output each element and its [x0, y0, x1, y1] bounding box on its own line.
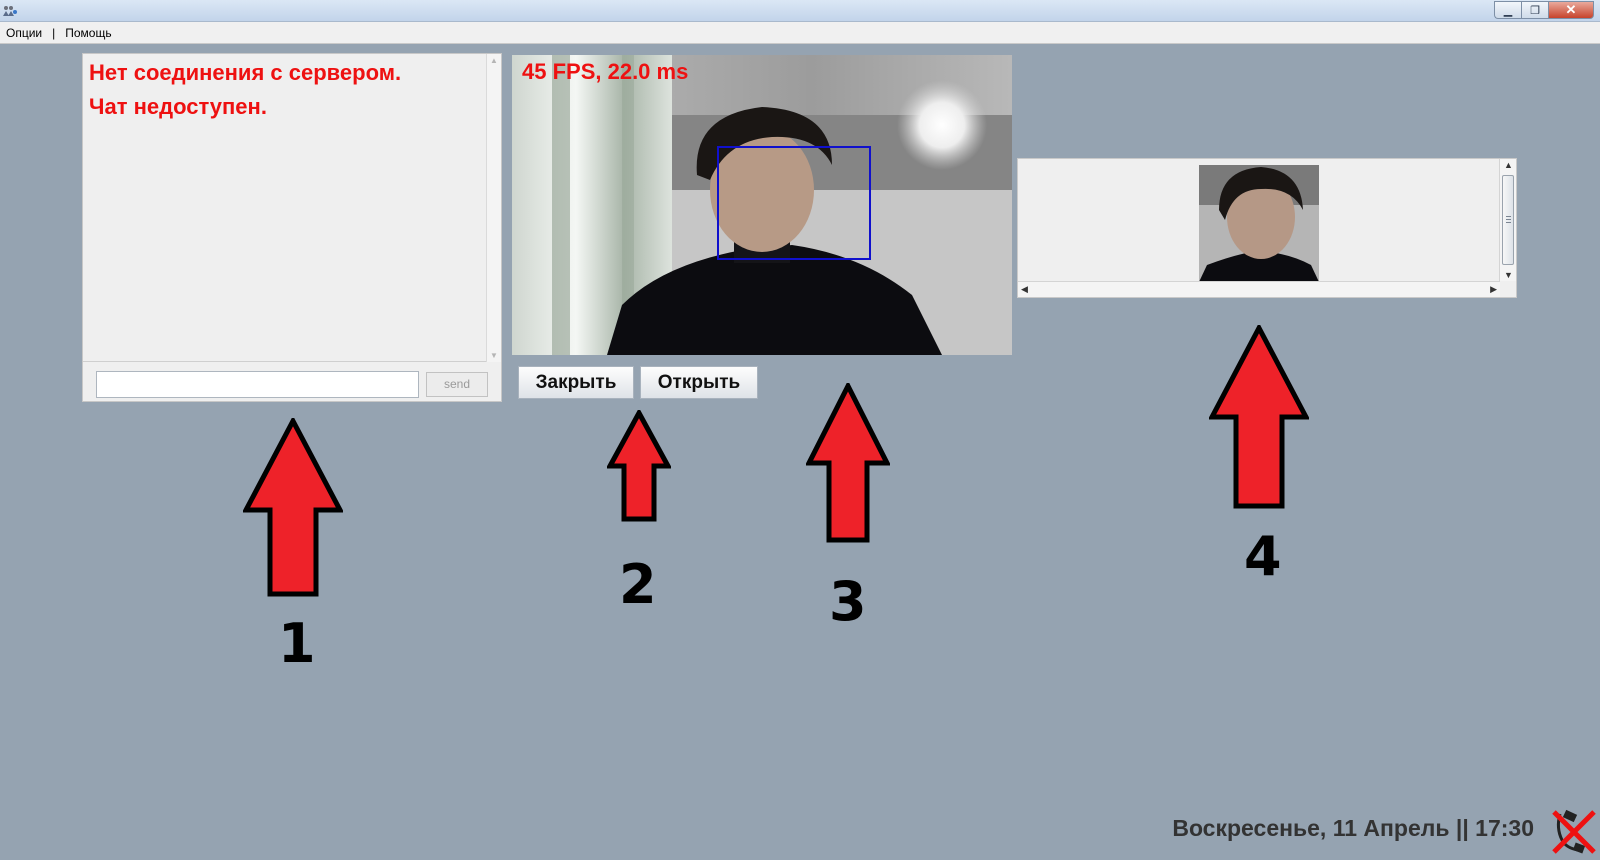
menu-help[interactable]: Помощь: [65, 26, 111, 40]
menu-options[interactable]: Опции: [6, 26, 42, 40]
annotation-arrow-4: [1209, 325, 1309, 509]
face-thumbnail-panel: ▲ ▼ ◀ ▶: [1017, 158, 1517, 298]
annotation-label-1: 1: [278, 612, 316, 675]
close-icon: ✕: [1565, 2, 1577, 17]
app-icon: [3, 6, 17, 16]
scroll-down-icon[interactable]: ▼: [1504, 270, 1513, 280]
annotation-arrow-3: [806, 383, 890, 543]
camera-frame: [512, 55, 1012, 355]
scroll-up-icon[interactable]: ▲: [1504, 160, 1513, 170]
restore-button[interactable]: ❐: [1521, 1, 1548, 19]
chat-log: Нет соединения с сервером. Чат недоступе…: [83, 54, 501, 362]
annotation-label-4: 4: [1244, 525, 1282, 588]
minimize-button[interactable]: ▁: [1494, 1, 1521, 19]
annotation-arrow-2: [607, 410, 671, 522]
status-separator: ||: [1449, 815, 1476, 841]
thumbnail-horizontal-scrollbar[interactable]: ◀ ▶: [1018, 281, 1500, 297]
window-titlebar: ▁ ❐ ✕: [0, 0, 1600, 22]
scroll-right-icon[interactable]: ▶: [1490, 284, 1497, 295]
camera-view: 45 FPS, 22.0 ms: [512, 55, 1012, 355]
fps-readout: 45 FPS, 22.0 ms: [522, 59, 689, 84]
thumbnail-vertical-scrollbar[interactable]: ▲ ▼: [1499, 159, 1516, 281]
send-button[interactable]: send: [426, 372, 488, 397]
menu-separator: |: [52, 25, 56, 40]
chat-scrollbar[interactable]: ▲ ▼: [486, 54, 501, 362]
window-controls: ▁ ❐ ✕: [1494, 1, 1594, 19]
chat-panel: Нет соединения с сервером. Чат недоступе…: [82, 53, 502, 402]
no-connection-icon[interactable]: [1548, 806, 1598, 856]
scroll-left-icon[interactable]: ◀: [1021, 284, 1028, 295]
scroll-thumb[interactable]: [1502, 175, 1514, 265]
restore-icon: ❐: [1530, 4, 1540, 17]
scroll-down-icon[interactable]: ▼: [490, 351, 498, 360]
open-camera-button[interactable]: Открыть: [640, 366, 758, 399]
close-window-button[interactable]: ✕: [1548, 1, 1594, 19]
face-thumbnail-image: [1199, 165, 1319, 282]
chat-input[interactable]: [96, 371, 419, 398]
face-thumbnail[interactable]: [1199, 165, 1319, 282]
datetime-status: Воскресенье, 11 Апрель || 17:30: [1172, 815, 1534, 842]
close-camera-button[interactable]: Закрыть: [518, 366, 634, 399]
annotation-label-2: 2: [619, 553, 657, 616]
chat-message: Чат недоступен.: [89, 94, 267, 119]
minimize-icon: ▁: [1503, 4, 1513, 17]
status-time: 17:30: [1475, 815, 1534, 841]
menu-bar: Опции | Помощь: [0, 22, 1600, 44]
annotation-label-3: 3: [829, 570, 867, 633]
annotation-arrow-1: [243, 418, 343, 597]
chat-message: Нет соединения с сервером.: [89, 60, 402, 85]
status-date: Воскресенье, 11 Апрель: [1172, 815, 1450, 841]
scroll-up-icon[interactable]: ▲: [490, 56, 498, 65]
